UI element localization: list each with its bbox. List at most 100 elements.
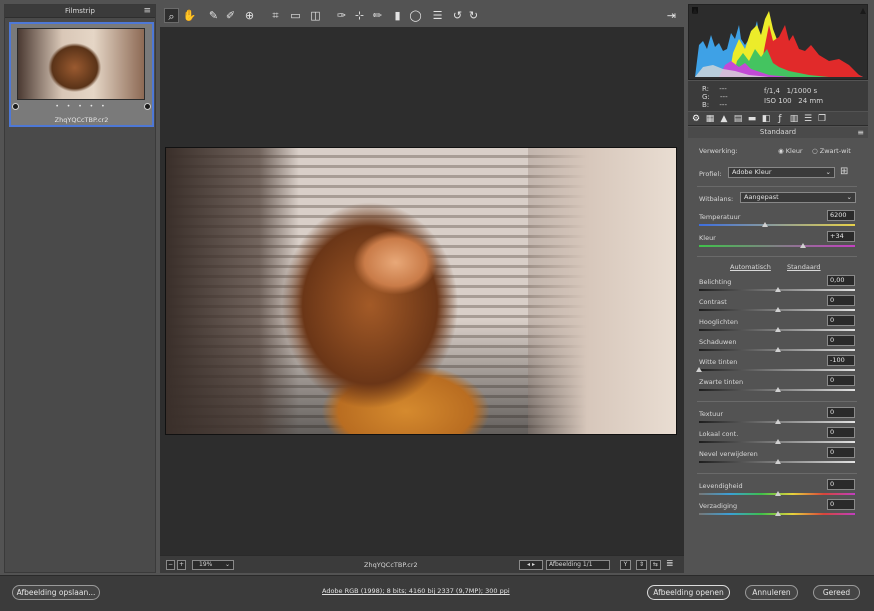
tab-presets-icon[interactable]: ☰ bbox=[802, 113, 814, 125]
slider-thumb[interactable] bbox=[775, 387, 781, 392]
thumbnail-edit-icon[interactable] bbox=[144, 103, 151, 110]
image-counter: Afbeelding 1/1 bbox=[546, 560, 610, 570]
tint-slider[interactable] bbox=[699, 245, 855, 247]
done-button[interactable]: Gereed bbox=[813, 585, 860, 600]
y-toggle-button[interactable]: Y bbox=[620, 560, 631, 570]
slider-thumb[interactable] bbox=[775, 419, 781, 424]
thumbnail-image bbox=[17, 28, 145, 100]
temperature-slider-thumb[interactable] bbox=[762, 222, 768, 227]
tint-label: Kleur bbox=[699, 234, 716, 242]
slider-value-field[interactable]: 0,00 bbox=[827, 275, 855, 286]
straighten-icon[interactable]: ▭ bbox=[288, 8, 303, 23]
adjustment-panel: R: --- G: --- B: --- f/1,4 1/1000 s ISO … bbox=[688, 4, 868, 573]
slider-label: Hooglichten bbox=[699, 318, 738, 326]
tab-calibration-icon[interactable]: ▥ bbox=[788, 113, 800, 125]
tab-detail-icon[interactable]: ▲ bbox=[718, 113, 730, 125]
slider-value-field[interactable]: 0 bbox=[827, 295, 855, 306]
tab-effects-icon[interactable]: ƒ bbox=[774, 113, 786, 125]
swap-settings-icon[interactable]: ⇆ bbox=[650, 560, 661, 570]
tab-basic-icon[interactable]: ⚙ bbox=[690, 113, 702, 125]
slider-value-field[interactable]: 0 bbox=[827, 447, 855, 458]
tab-split-toning-icon[interactable]: ▬ bbox=[746, 113, 758, 125]
presets-icon[interactable]: ☰ bbox=[430, 8, 445, 23]
panel-menu-icon[interactable]: ≡ bbox=[857, 127, 864, 138]
slider-track[interactable] bbox=[699, 369, 855, 371]
filmstrip-thumbnail[interactable]: • • • • • ZhqYQCcTBP.cr2 bbox=[9, 22, 154, 127]
thumbnail-rating[interactable]: • • • • • bbox=[11, 103, 152, 110]
red-eye-icon[interactable]: ⊹ bbox=[352, 8, 367, 23]
zoom-out-button[interactable]: − bbox=[166, 560, 175, 570]
tint-slider-thumb[interactable] bbox=[800, 243, 806, 248]
white-balance-icon[interactable]: ✎ bbox=[206, 8, 221, 23]
slider-thumb[interactable] bbox=[775, 459, 781, 464]
zoom-in-button[interactable]: + bbox=[177, 560, 186, 570]
graduated-filter-icon[interactable]: ▮ bbox=[390, 8, 405, 23]
spot-removal-icon[interactable]: ✑ bbox=[334, 8, 349, 23]
slider-value-field[interactable]: 0 bbox=[827, 315, 855, 326]
workflow-options-link[interactable]: Adobe RGB (1998); 8 bits; 4160 bij 2337 … bbox=[322, 587, 510, 595]
open-icon[interactable]: ⇥ bbox=[664, 8, 679, 23]
tab-lens-icon[interactable]: ◧ bbox=[760, 113, 772, 125]
temperature-slider[interactable] bbox=[699, 224, 855, 226]
chevron-down-icon: ⌄ bbox=[224, 561, 230, 568]
b-value: --- bbox=[719, 101, 727, 109]
slider-thumb[interactable] bbox=[775, 327, 781, 332]
profile-select[interactable]: Adobe Kleur ⌄ bbox=[728, 167, 835, 178]
zoom-icon[interactable]: ⌕ bbox=[164, 8, 179, 23]
slider-value-field[interactable]: -100 bbox=[827, 355, 855, 366]
slider-label: Schaduwen bbox=[699, 338, 737, 346]
slider-thumb[interactable] bbox=[775, 491, 781, 496]
slider-thumb[interactable] bbox=[775, 307, 781, 312]
settings-sliders-icon[interactable]: ≣ bbox=[666, 559, 674, 569]
slider-label: Lokaal cont. bbox=[699, 430, 739, 438]
brush-icon[interactable]: ✏ bbox=[370, 8, 385, 23]
save-image-button[interactable]: Afbeelding opslaan... bbox=[12, 585, 100, 600]
profile-browser-icon[interactable]: ⊞ bbox=[840, 166, 848, 177]
transform-icon[interactable]: ◫ bbox=[308, 8, 323, 23]
slider-value-field[interactable]: 0 bbox=[827, 407, 855, 418]
tab-tone-curve-icon[interactable]: ▦ bbox=[704, 113, 716, 125]
slider-thumb[interactable] bbox=[696, 367, 702, 372]
shutter-value: 1/1000 s bbox=[786, 87, 818, 95]
slider-value-field[interactable]: 0 bbox=[827, 375, 855, 386]
white-balance-select[interactable]: Aangepast ⌄ bbox=[740, 192, 856, 203]
color-option-label: Kleur bbox=[785, 147, 803, 155]
tab-snapshots-icon[interactable]: ❐ bbox=[816, 113, 828, 125]
slider-thumb[interactable] bbox=[775, 287, 781, 292]
bottom-bar: Afbeelding opslaan... Adobe RGB (1998); … bbox=[0, 575, 874, 611]
rotate-left-icon[interactable]: ↺ bbox=[450, 8, 465, 23]
slider-thumb[interactable] bbox=[775, 439, 781, 444]
default-link[interactable]: Standaard bbox=[787, 263, 821, 271]
slider-value-field[interactable]: 0 bbox=[827, 479, 855, 490]
tab-hsl-icon[interactable]: ▤ bbox=[732, 113, 744, 125]
bw-radio[interactable]: ○ Zwart-wit bbox=[812, 147, 851, 155]
divider bbox=[697, 186, 857, 187]
divider bbox=[697, 401, 857, 402]
filmstrip-header: Filmstrip ≡ bbox=[5, 5, 155, 18]
color-sampler-icon[interactable]: ✐ bbox=[223, 8, 238, 23]
filmstrip-menu-icon[interactable]: ≡ bbox=[143, 5, 151, 17]
white-balance-value: Aangepast bbox=[744, 193, 779, 201]
slider-value-field[interactable]: 0 bbox=[827, 427, 855, 438]
crop-icon[interactable]: ⌗ bbox=[268, 8, 283, 23]
tint-field[interactable]: +34 bbox=[827, 231, 855, 242]
image-canvas[interactable] bbox=[160, 27, 684, 555]
prev-next-buttons[interactable]: ◂ ▸ bbox=[519, 560, 543, 570]
slider-value-field[interactable]: 0 bbox=[827, 499, 855, 510]
targeted-adjust-icon[interactable]: ⊕ bbox=[242, 8, 257, 23]
zoom-level-select[interactable]: 19% ⌄ bbox=[192, 560, 234, 570]
slider-thumb[interactable] bbox=[775, 511, 781, 516]
open-image-button[interactable]: Afbeelding openen bbox=[647, 585, 730, 600]
color-radio[interactable]: ◉ Kleur bbox=[778, 147, 803, 155]
g-value: --- bbox=[720, 93, 728, 101]
histogram-graph bbox=[692, 7, 866, 77]
slider-thumb[interactable] bbox=[775, 347, 781, 352]
temperature-field[interactable]: 6200 bbox=[827, 210, 855, 221]
slider-value-field[interactable]: 0 bbox=[827, 335, 855, 346]
radial-filter-icon[interactable]: ◯ bbox=[408, 8, 423, 23]
before-after-icon[interactable]: ⇕ bbox=[636, 560, 647, 570]
cancel-button[interactable]: Annuleren bbox=[745, 585, 798, 600]
auto-link[interactable]: Automatisch bbox=[730, 263, 771, 271]
hand-icon[interactable]: ✋ bbox=[182, 8, 197, 23]
rotate-right-icon[interactable]: ↻ bbox=[466, 8, 481, 23]
